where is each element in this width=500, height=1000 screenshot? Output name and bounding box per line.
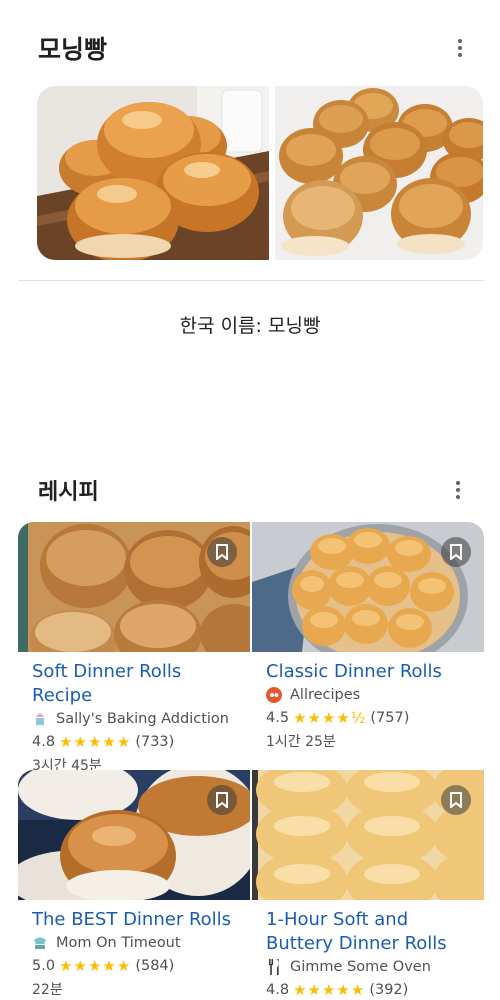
knowledge-header: 모닝빵 [0,30,500,66]
bookmark-icon [450,792,462,808]
fork-knife-icon [266,959,282,975]
hero-image-buns-on-board[interactable] [37,86,269,260]
recipe-rating: 4.5 ★★★★½ (757) [266,709,410,727]
allrecipes-logo-icon [266,687,282,703]
recipes-title: 레시피 [38,480,99,505]
recipe-rating: 5.0 ★★★★★ (584) [32,957,175,975]
recipe-title[interactable]: The BEST Dinner Rolls [32,908,236,932]
recipe-source: Mom On Timeout [32,935,236,951]
recipe-source: Sally's Baking Addiction [32,711,236,727]
bookmark-button[interactable] [441,537,471,567]
recipe-time: 22분 [32,982,63,998]
korean-name-text: 한국 이름: 모닝빵 [179,315,321,337]
bookmark-button[interactable] [207,537,237,567]
bookmark-icon [216,792,228,808]
more-options-icon[interactable] [450,36,470,60]
recipes-header: 레시피 [0,474,500,506]
hero-image-buns-on-paper[interactable] [275,86,483,260]
recipe-card[interactable]: 1-Hour Soft and Buttery Dinner Rolls Gim… [252,770,484,1000]
star-rating-icon: ★★★★½ [293,709,367,727]
recipe-rating: 4.8 ★★★★★ (392) [266,981,409,999]
bookmark-button[interactable] [207,785,237,815]
bookmark-button[interactable] [441,785,471,815]
bookmark-icon [216,544,228,560]
recipes-more-options-icon[interactable] [448,478,468,502]
recipe-title[interactable]: Soft Dinner Rolls Recipe [32,660,236,708]
star-rating-icon: ★★★★★ [293,981,366,999]
recipe-title[interactable]: Classic Dinner Rolls [266,660,470,684]
divider [18,280,484,281]
page-title: 모닝빵 [38,35,108,64]
recipe-source: Allrecipes [266,687,470,703]
recipe-card[interactable]: Classic Dinner Rolls Allrecipes 4.5 ★★★★… [252,522,484,770]
recipe-thumbnail[interactable] [252,522,484,652]
bookmark-icon [450,544,462,560]
mixer-icon [32,935,48,951]
recipe-source: Gimme Some Oven [266,959,470,975]
hero-images [37,86,483,260]
recipe-thumbnail[interactable] [252,770,484,900]
recipe-thumbnail[interactable] [18,770,250,900]
recipe-card[interactable]: Soft Dinner Rolls Recipe Sally's Baking … [18,522,250,774]
recipe-title[interactable]: 1-Hour Soft and Buttery Dinner Rolls [266,908,470,956]
star-rating-icon: ★★★★★ [59,957,132,975]
recipe-card[interactable]: The BEST Dinner Rolls Mom On Timeout 5.0… [18,770,250,1000]
recipe-time: 1시간 25분 [266,734,336,750]
cupcake-icon [32,711,48,727]
recipe-grid: Soft Dinner Rolls Recipe Sally's Baking … [18,522,484,1000]
recipe-rating: 4.8 ★★★★★ (733) [32,733,175,751]
recipe-thumbnail[interactable] [18,522,250,652]
star-rating-icon: ★★★★★ [59,733,132,751]
